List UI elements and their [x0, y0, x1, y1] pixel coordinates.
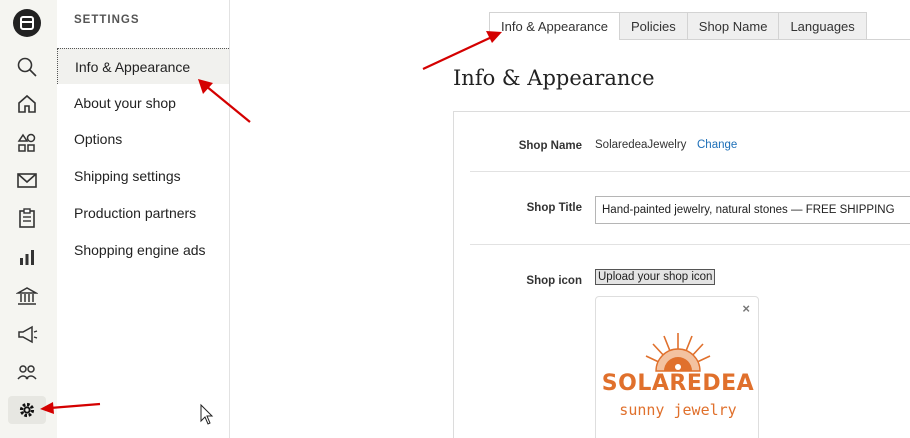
mouse-cursor-icon — [200, 403, 214, 425]
app-root: SETTINGS Info & Appearance About your sh… — [0, 0, 910, 438]
annotation-arrows — [40, 31, 502, 425]
